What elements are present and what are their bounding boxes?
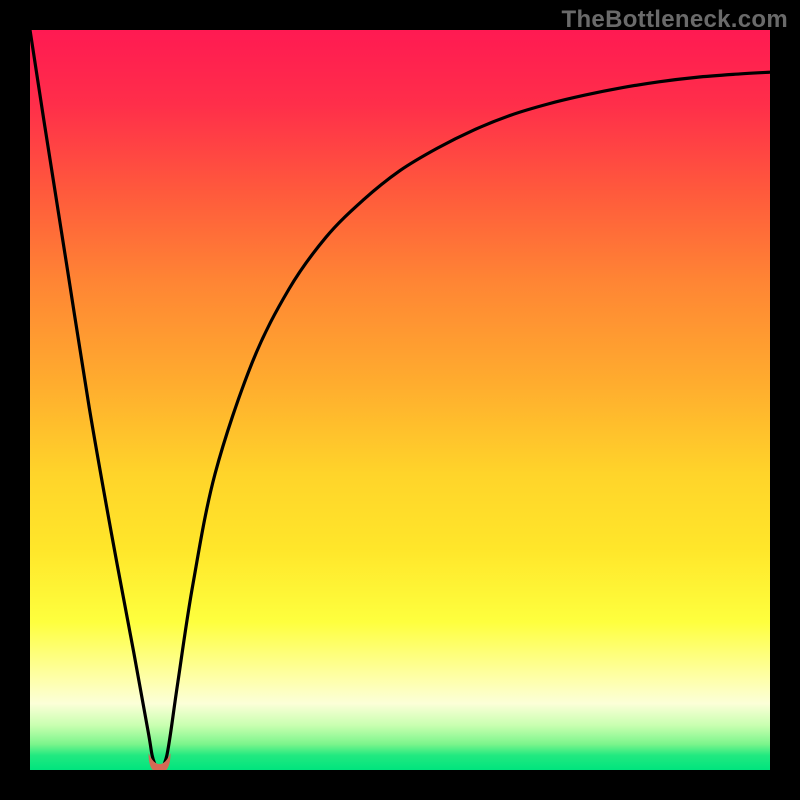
plot-area (30, 30, 770, 770)
chart-frame: TheBottleneck.com (0, 0, 800, 800)
bottleneck-curve (30, 30, 770, 770)
